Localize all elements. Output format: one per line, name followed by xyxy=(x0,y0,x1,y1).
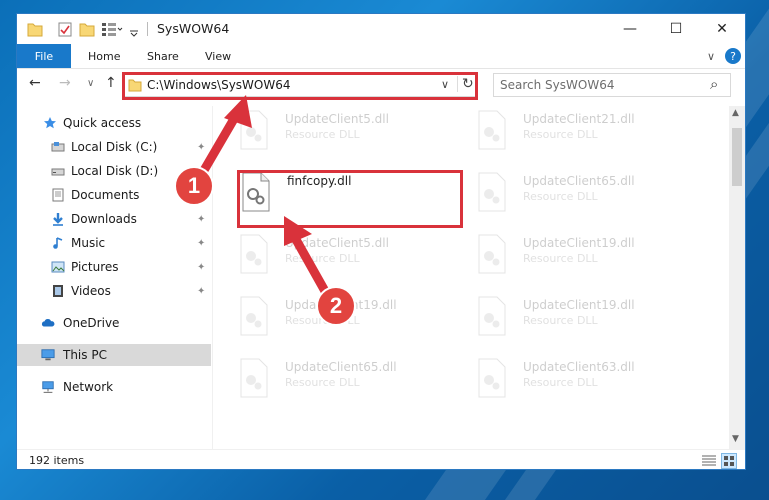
annotation-arrows xyxy=(191,95,335,305)
step-2-badge: 2 xyxy=(316,286,356,326)
step-1-badge: 1 xyxy=(174,166,214,206)
